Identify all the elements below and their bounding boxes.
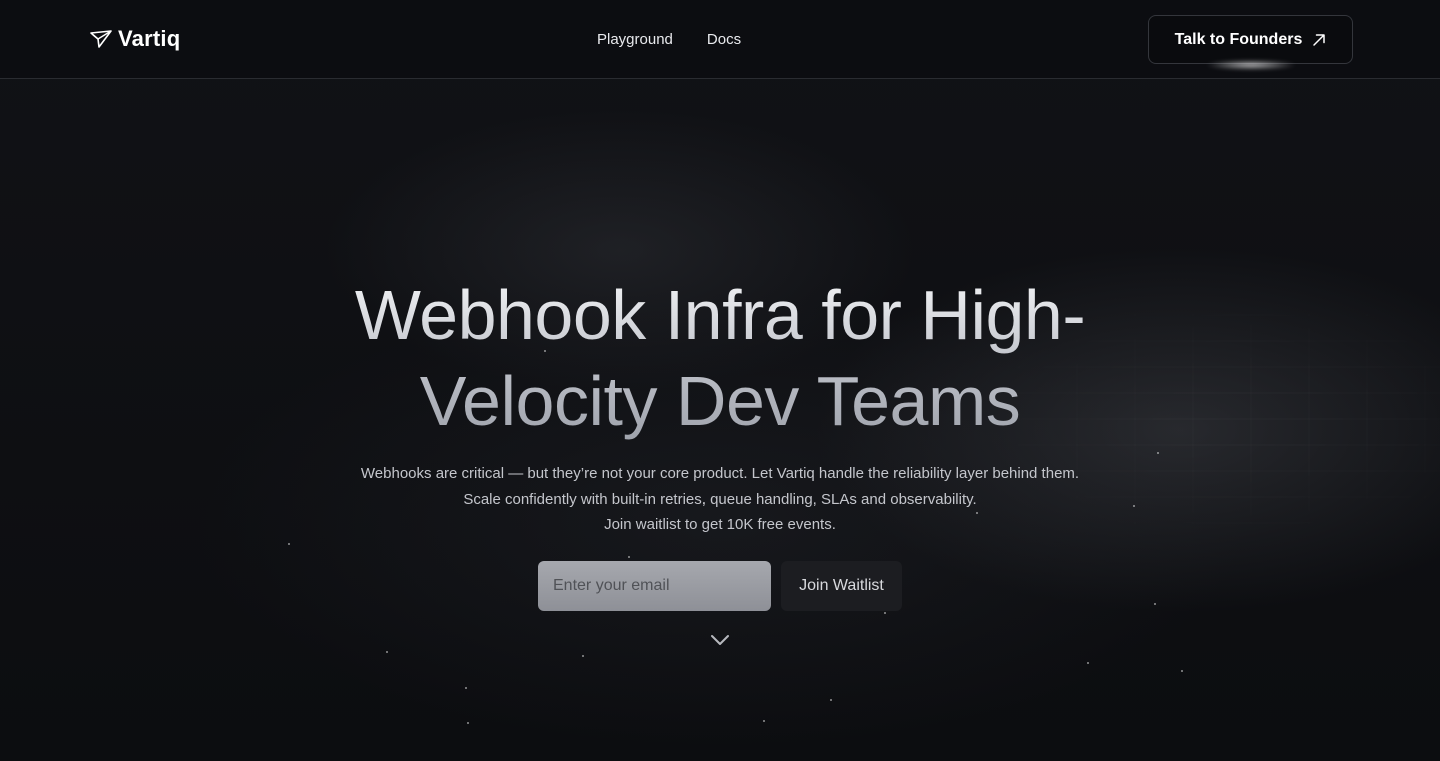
nav-item-playground[interactable]: Playground	[597, 31, 673, 48]
background-star	[830, 699, 832, 701]
background-star	[1154, 603, 1156, 605]
background-star	[582, 655, 584, 657]
button-glow-decoration	[1205, 60, 1297, 70]
email-input[interactable]	[538, 561, 771, 611]
background-star	[1087, 662, 1089, 664]
background-star	[763, 720, 765, 722]
site-header: Vartiq Playground Docs Talk to Founders	[0, 0, 1440, 79]
background-star	[288, 543, 290, 545]
brand-name: Vartiq	[118, 26, 181, 51]
hero-title: Webhook Infra for High- Velocity Dev Tea…	[0, 272, 1440, 444]
hero-title-line-1: Webhook Infra for High-	[354, 276, 1086, 354]
nav-item-docs[interactable]: Docs	[707, 31, 741, 48]
hero-title-line-2: Velocity Dev Teams	[419, 362, 1021, 440]
background-star	[884, 612, 886, 614]
hero-subtitle-line-2: Scale confidently with built-in retries,…	[463, 490, 977, 508]
hero-subtitle-line-3: Join waitlist to get 10K free events.	[604, 516, 836, 533]
chevron-down-icon[interactable]	[709, 632, 731, 648]
paper-plane-icon	[90, 30, 112, 48]
background-star	[467, 722, 469, 724]
brand-logo[interactable]: Vartiq	[90, 26, 180, 52]
main-nav: Playground Docs	[597, 31, 741, 48]
hero-subtitle-line-1: Webhooks are critical — but they’re not …	[360, 465, 1080, 482]
background-star	[1181, 670, 1183, 672]
join-waitlist-button[interactable]: Join Waitlist	[781, 561, 902, 611]
talk-to-founders-label: Talk to Founders	[1174, 30, 1303, 48]
background-star	[628, 556, 630, 558]
background-star	[465, 687, 467, 689]
background-star	[386, 651, 388, 653]
landing-page: Vartiq Playground Docs Talk to Founders …	[0, 0, 1440, 761]
arrow-up-right-icon	[1313, 33, 1326, 46]
talk-to-founders-button[interactable]: Talk to Founders	[1148, 15, 1353, 64]
waitlist-form: Join Waitlist	[538, 561, 902, 611]
hero-subtitle: Webhooks are critical — but they’re not …	[0, 461, 1440, 538]
background-star	[1157, 452, 1159, 454]
